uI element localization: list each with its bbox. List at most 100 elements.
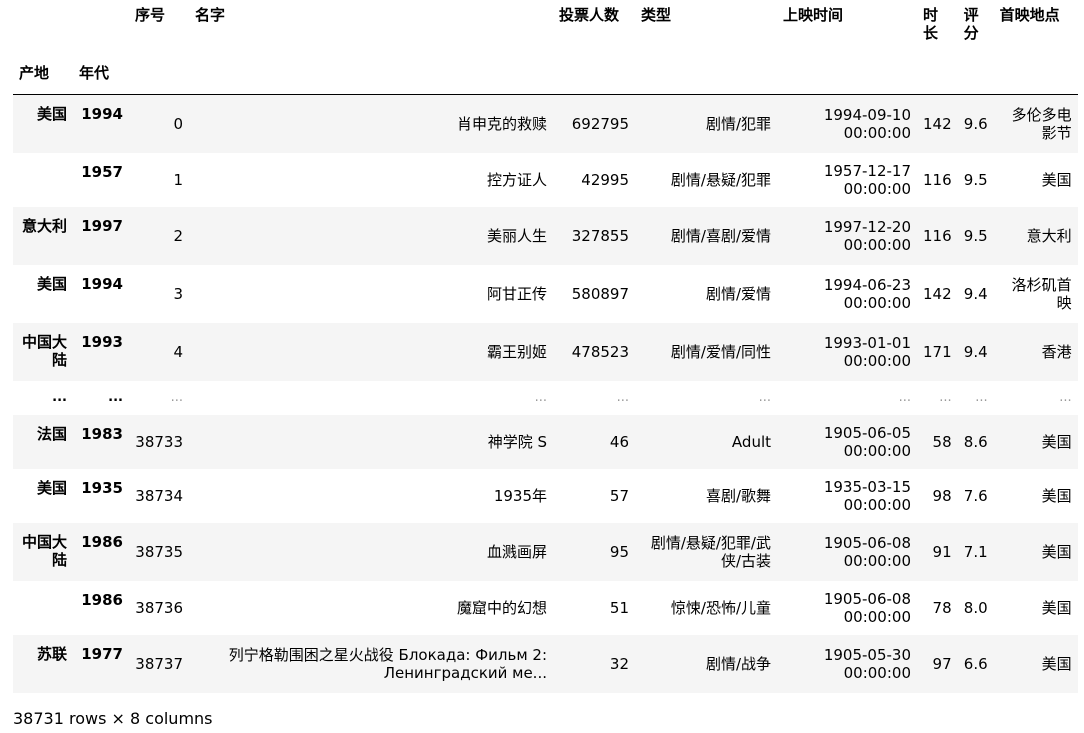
cell-votes: 692795 — [571, 114, 629, 133]
table-row: 法国 1983 38733 神学院 S 46 Adult 1905-06-05 00:00:… — [13, 414, 1078, 469]
cell-premiere-location: 美国 — [1041, 486, 1072, 505]
column-header: 类型 — [641, 6, 672, 24]
table-row: 中国大陆 1993 4 霸王别姬 478523 剧情/爱情/同性 1993-01-01 00… — [13, 322, 1078, 381]
dataframe-table: 序号 名字 投票人数 类型 上映时间 时长 评分 首映地点 产地 年代 美国 1… — [13, 0, 1078, 693]
row-index-country: 中国大陆 — [21, 532, 67, 569]
column-header: 评分 — [963, 6, 979, 42]
cell-runtime: 142 — [923, 284, 952, 303]
cell-votes: 42995 — [581, 170, 629, 189]
row-index-year: 1977 — [81, 644, 123, 663]
cell-id: 38734 — [135, 486, 183, 505]
cell-premiere-location: 美国 — [1041, 598, 1072, 617]
cell-runtime: 98 — [932, 486, 952, 505]
cell-release-date: 1997-12-20 00:00:00 — [823, 217, 911, 254]
row-index-year: 1957 — [81, 162, 123, 181]
table-row: 中国大陆 1986 38735 血溅画屏 95 剧情/悬疑/犯罪/武侠/古装 1905-06… — [13, 522, 1078, 581]
cell-title: 神学院 S — [487, 432, 547, 451]
cell-premiere-location: 洛杉矶首映 — [1011, 275, 1072, 312]
cell-votes: 32 — [609, 654, 629, 673]
header-row-columns: 序号 名字 投票人数 类型 上映时间 时长 评分 首映地点 — [13, 0, 1078, 46]
row-index-year: 1997 — [81, 216, 123, 235]
cell-premiere-location: 美国 — [1041, 542, 1072, 561]
cell-rating: 9.6 — [963, 114, 988, 133]
cell-votes: 95 — [609, 542, 629, 561]
cell-votes: 478523 — [571, 342, 629, 361]
cell-id: 0 — [173, 114, 183, 133]
table-header: 序号 名字 投票人数 类型 上映时间 时长 评分 首映地点 产地 年代 — [13, 0, 1078, 95]
table-row: .............................. — [13, 380, 1078, 415]
cell-title: 阿甘正传 — [486, 284, 547, 303]
cell-title: 列宁格勒围困之星火战役 Блокада: Фильм 2: Ленинградс… — [228, 645, 547, 682]
row-index-country — [13, 581, 73, 635]
column-header: 序号 — [135, 6, 166, 24]
cell-id: 2 — [173, 226, 183, 245]
row-index-country: 法国 — [36, 424, 67, 443]
cell-release-date: 1905-06-08 00:00:00 — [823, 589, 911, 626]
cell-id: 38736 — [135, 598, 183, 617]
cell-release-date: 1957-12-17 00:00:00 — [823, 161, 911, 198]
cell-genre: 剧情/爱情 — [705, 284, 771, 303]
cell-runtime: 97 — [932, 654, 952, 673]
cell-votes: 580897 — [571, 284, 629, 303]
row-index-country: 苏联 — [36, 644, 67, 663]
cell-title: 美丽人生 — [486, 226, 547, 245]
cell-premiere-location: 美国 — [1041, 654, 1072, 673]
cell-runtime: 116 — [923, 226, 952, 245]
row-index-country: 意大利 — [21, 216, 67, 235]
table-row: 美国 1994 3 阿甘正传 580897 剧情/爱情 1994-06-23 00:00:0… — [13, 264, 1078, 323]
row-index-year: 1994 — [81, 274, 123, 293]
cell-votes: 51 — [609, 598, 629, 617]
row-index-country: 中国大陆 — [21, 332, 67, 369]
cell-rating: 9.5 — [963, 226, 988, 245]
cell-genre: 剧情/喜剧/爱情 — [670, 226, 771, 245]
table-row: 美国 1935 38734 1935年 57 喜剧/歌舞 1935-03-15 00:00:… — [13, 468, 1078, 523]
row-index-year: 1993 — [81, 332, 123, 351]
cell-title: 霸王别姬 — [486, 342, 547, 361]
column-header: 首映地点 — [999, 6, 1060, 24]
cell-genre: 剧情/悬疑/犯罪/武侠/古装 — [650, 533, 771, 570]
cell-votes: ... — [616, 389, 629, 405]
table-body: 美国 1994 0 肖申克的救赎 692795 剧情/犯罪 1994-09-10 00:00… — [13, 94, 1078, 693]
cell-id: 38737 — [135, 654, 183, 673]
cell-id: 4 — [173, 342, 183, 361]
row-index-country: 美国 — [36, 105, 67, 123]
row-index-year: 1994 — [81, 105, 123, 123]
cell-rating: 8.0 — [963, 598, 988, 617]
index-name-header: 产地 — [19, 64, 50, 82]
cell-release-date: 1994-06-23 00:00:00 — [823, 275, 911, 312]
cell-premiere-location: ... — [1059, 389, 1072, 405]
cell-title: 控方证人 — [486, 170, 547, 189]
cell-rating: 9.5 — [963, 170, 988, 189]
cell-votes: 57 — [609, 486, 629, 505]
cell-votes: 46 — [609, 432, 629, 451]
cell-release-date: 1905-06-05 00:00:00 — [823, 423, 911, 460]
cell-release-date: 1905-06-08 00:00:00 — [823, 533, 911, 570]
cell-release-date: 1994-09-10 00:00:00 — [823, 105, 911, 142]
cell-id: 38733 — [135, 432, 183, 451]
cell-id: 1 — [173, 170, 183, 189]
cell-rating: ... — [975, 389, 988, 405]
row-index-year: 1983 — [81, 424, 123, 443]
cell-genre: 剧情/悬疑/犯罪 — [670, 170, 771, 189]
cell-premiere-location: 美国 — [1041, 432, 1072, 451]
cell-premiere-location: 多伦多电影节 — [1011, 105, 1072, 142]
cell-runtime: 171 — [923, 342, 952, 361]
cell-genre: 剧情/犯罪 — [705, 114, 771, 133]
shape-summary: 38731 rows × 8 columns — [13, 709, 213, 728]
cell-genre: 喜剧/歌舞 — [705, 486, 771, 505]
cell-genre: Adult — [731, 432, 771, 451]
table-row: 1986 38736 魔窟中的幻想 51 惊悚/恐怖/儿童 1905-06-08 00:0… — [13, 580, 1078, 635]
cell-genre: ... — [758, 389, 771, 405]
cell-id: 3 — [173, 284, 183, 303]
cell-genre: 剧情/战争 — [705, 654, 771, 673]
column-header: 投票人数 — [559, 6, 620, 24]
row-index-country: ... — [52, 389, 67, 405]
cell-votes: 327855 — [571, 226, 629, 245]
table-row: 意大利 1997 2 美丽人生 327855 剧情/喜剧/爱情 1997-12-20 00:… — [13, 206, 1078, 265]
cell-title: ... — [534, 389, 547, 405]
row-index-year: 1986 — [81, 532, 123, 551]
cell-premiere-location: 香港 — [1041, 342, 1072, 361]
column-header: 名字 — [195, 6, 226, 24]
row-index-year: ... — [108, 389, 123, 405]
cell-release-date: 1993-01-01 00:00:00 — [823, 333, 911, 370]
